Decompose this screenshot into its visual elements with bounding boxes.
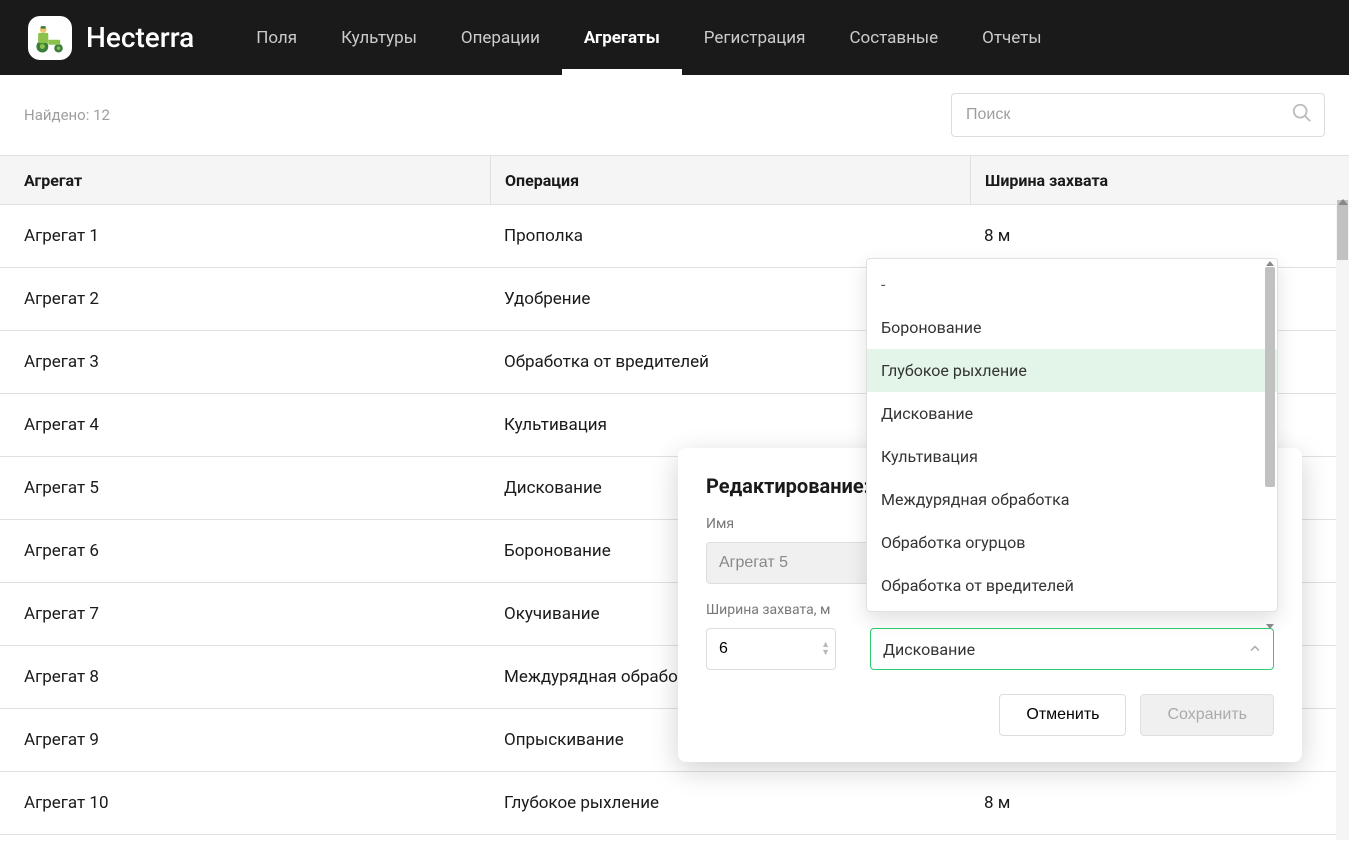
brand-name: Hecterra xyxy=(86,21,194,54)
nav-compounds[interactable]: Составные xyxy=(827,0,960,75)
cell-name: Агрегат 10 xyxy=(0,793,490,813)
nav-reports[interactable]: Отчеты xyxy=(960,0,1063,75)
chevron-up-icon xyxy=(1249,640,1261,659)
dropdown-scrollbar[interactable] xyxy=(1265,267,1275,623)
search-wrap xyxy=(951,93,1325,137)
cell-name: Агрегат 1 xyxy=(0,226,490,246)
cell-name: Агрегат 4 xyxy=(0,415,490,435)
cell-name: Агрегат 2 xyxy=(0,289,490,309)
cell-width: 8 м xyxy=(970,793,1349,813)
toolbar: Найдено: 12 xyxy=(0,75,1349,155)
scroll-down-icon[interactable] xyxy=(1266,624,1274,629)
search-input[interactable] xyxy=(951,93,1325,137)
cell-name: Агрегат 7 xyxy=(0,604,490,624)
dropdown-option[interactable]: Глубокое рыхление xyxy=(867,349,1277,392)
operation-dropdown: -БоронованиеГлубокое рыхлениеДискованиеК… xyxy=(866,258,1278,612)
col-operation[interactable]: Операция xyxy=(490,156,970,204)
cell-operation: Глубокое рыхление xyxy=(490,793,970,813)
page-scrollbar[interactable] xyxy=(1336,200,1349,840)
number-stepper[interactable]: ▲ ▼ xyxy=(821,642,830,656)
dropdown-option[interactable]: Междурядная обработка xyxy=(867,478,1277,521)
scrollbar-thumb[interactable] xyxy=(1265,267,1275,487)
col-machinery[interactable]: Агрегат xyxy=(0,171,490,190)
cell-name: Агрегат 8 xyxy=(0,667,490,687)
cell-name: Агрегат 3 xyxy=(0,352,490,372)
cancel-button[interactable]: Отменить xyxy=(999,694,1126,736)
dropdown-option[interactable]: Культивация xyxy=(867,435,1277,478)
dropdown-option[interactable]: Обработка от вредителей xyxy=(867,564,1277,607)
dropdown-list: -БоронованиеГлубокое рыхлениеДискованиеК… xyxy=(867,263,1277,607)
cell-name: Агрегат 5 xyxy=(0,478,490,498)
col-width[interactable]: Ширина захвата xyxy=(970,156,1349,204)
table-row[interactable]: Агрегат 10Глубокое рыхление8 м xyxy=(0,772,1349,835)
dropdown-option[interactable]: Боронование xyxy=(867,306,1277,349)
scroll-up-icon[interactable] xyxy=(1338,199,1348,205)
dropdown-option[interactable]: Дискование xyxy=(867,392,1277,435)
nav-cultures[interactable]: Культуры xyxy=(319,0,439,75)
logo-icon xyxy=(28,16,72,60)
dropdown-option[interactable]: Обработка огурцов xyxy=(867,521,1277,564)
operation-select[interactable]: Дискование xyxy=(870,628,1274,670)
width-label: Ширина захвата, м xyxy=(706,602,836,618)
cell-name: Агрегат 9 xyxy=(0,730,490,750)
scroll-up-icon[interactable] xyxy=(1266,261,1274,266)
nav-machinery[interactable]: Агрегаты xyxy=(562,0,682,75)
search-icon[interactable] xyxy=(1291,102,1313,128)
dropdown-option[interactable]: - xyxy=(867,263,1277,306)
operation-field-wrap: Дискование xyxy=(870,602,1274,670)
cell-name: Агрегат 6 xyxy=(0,541,490,561)
main-nav: Поля Культуры Операции Агрегаты Регистра… xyxy=(234,0,1063,75)
width-field-wrap: Ширина захвата, м ▲ ▼ xyxy=(706,602,836,670)
nav-fields[interactable]: Поля xyxy=(234,0,319,75)
nav-registration[interactable]: Регистрация xyxy=(682,0,828,75)
operation-select-value: Дискование xyxy=(883,640,975,659)
save-button[interactable]: Сохранить xyxy=(1140,694,1274,736)
nav-operations[interactable]: Операции xyxy=(439,0,562,75)
brand-wrap: Hecterra xyxy=(28,16,194,60)
found-count: Найдено: 12 xyxy=(24,106,110,124)
tractor-icon xyxy=(33,21,67,55)
chevron-down-icon[interactable]: ▼ xyxy=(821,650,830,656)
cell-operation: Прополка xyxy=(490,226,970,246)
cell-width: 8 м xyxy=(970,226,1349,246)
app-header: Hecterra Поля Культуры Операции Агрегаты… xyxy=(0,0,1349,75)
table-header: Агрегат Операция Ширина захвата xyxy=(0,155,1349,205)
width-input[interactable] xyxy=(706,628,836,670)
modal-actions: Отменить Сохранить xyxy=(706,694,1274,736)
